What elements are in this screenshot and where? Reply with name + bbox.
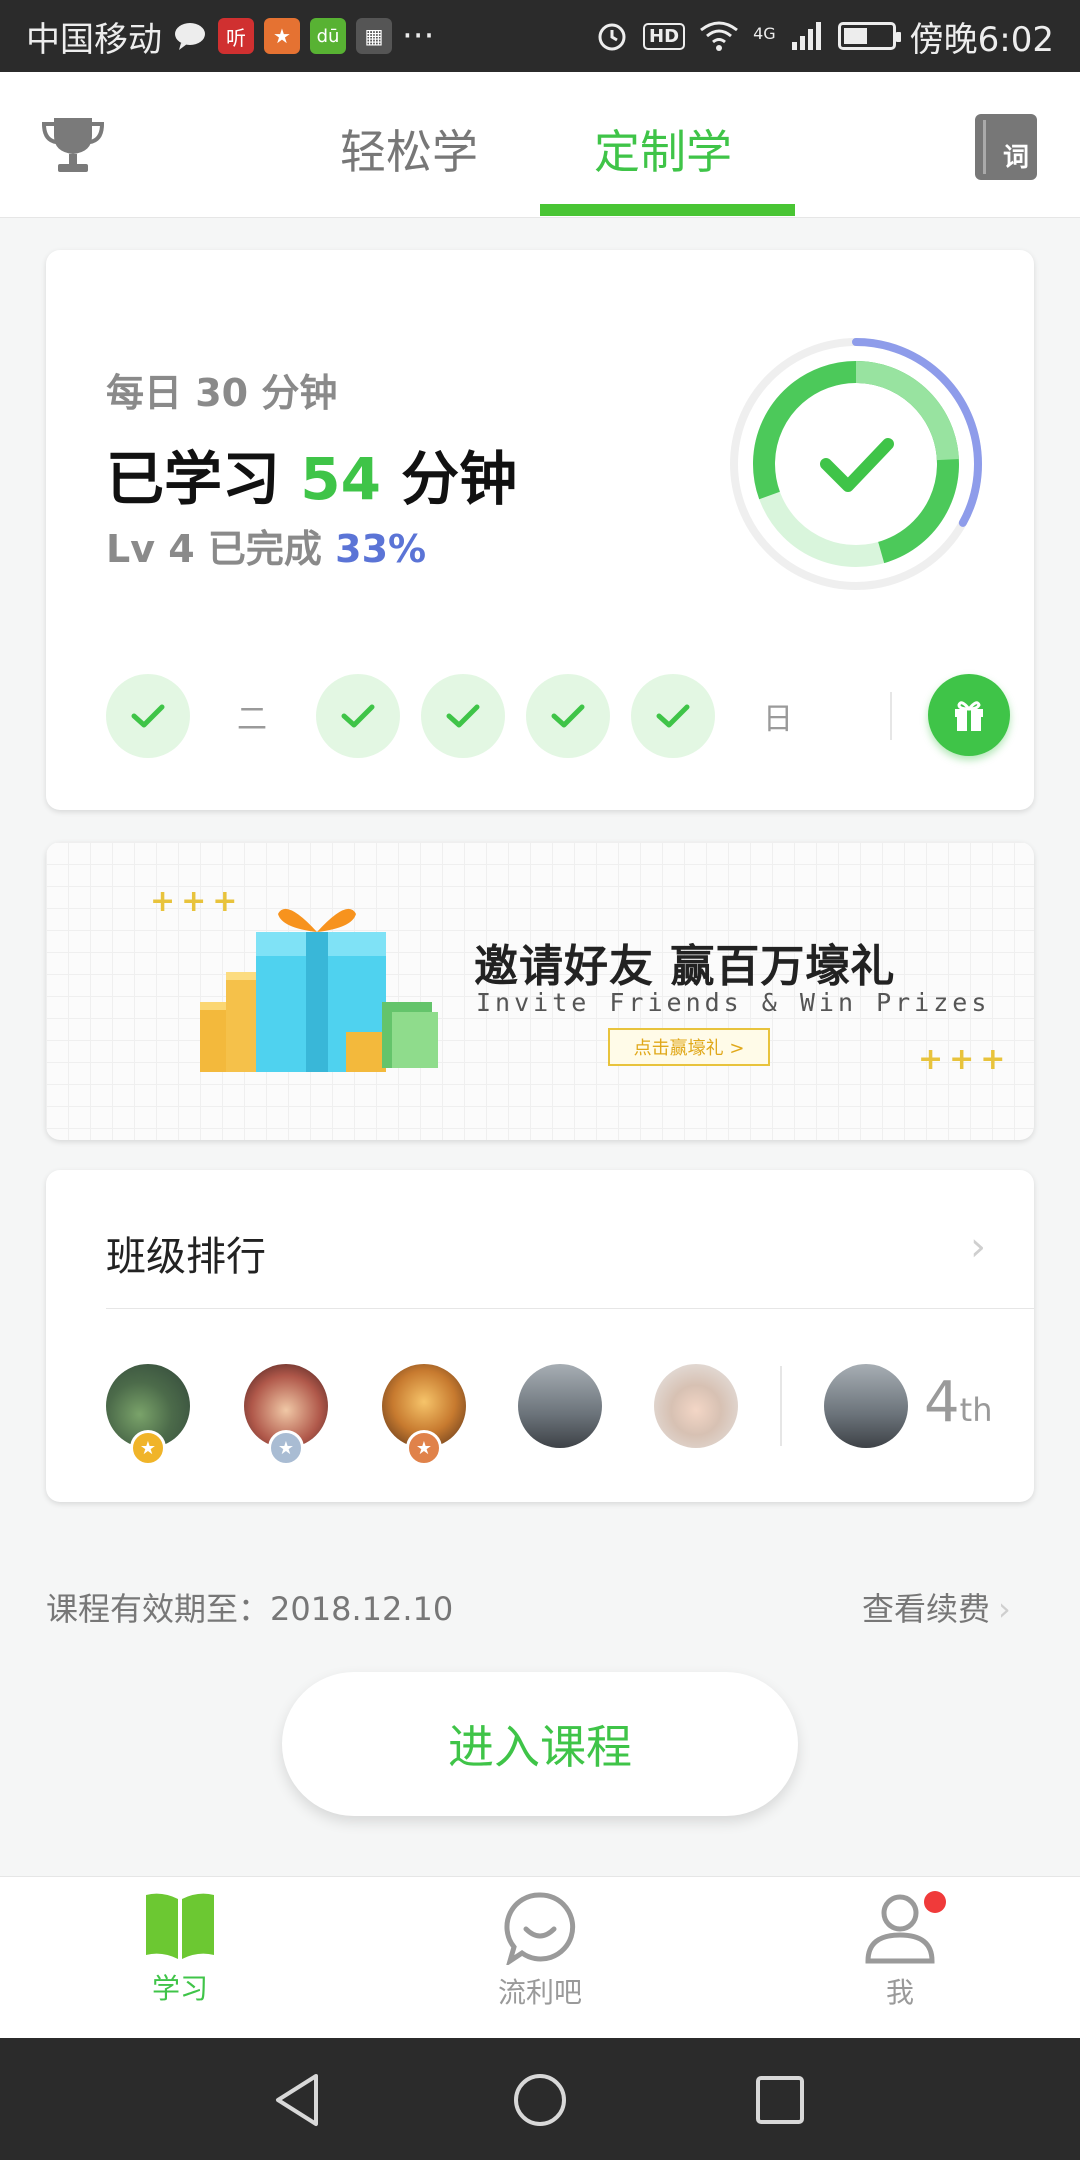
enter-course-button[interactable]: 进入课程: [282, 1672, 798, 1816]
top-header: 轻松学 定制学 词: [0, 72, 1080, 218]
hd-badge: HD: [643, 22, 686, 50]
check-icon: [131, 704, 165, 728]
level-percent: 33%: [335, 527, 427, 571]
status-bar-right: HD 4G 傍晚6:02: [595, 12, 1054, 61]
banner-title: 邀请好友 赢百万壕礼: [474, 941, 896, 992]
ranking-separator: [780, 1366, 782, 1446]
day-4-checked: [421, 674, 505, 758]
sport-icon: ★: [264, 18, 300, 54]
daily-progress-card[interactable]: 每日 30 分钟 已学习 54 分钟 Lv 4 已完成 33% 二 日: [46, 250, 1034, 810]
nav-item-me[interactable]: 我: [810, 1891, 990, 2031]
more-notifications: ···: [402, 16, 435, 56]
learned-suffix: 分钟: [401, 445, 518, 513]
system-navigation-bar: [0, 2038, 1080, 2160]
banner-subtitle: Invite Friends & Win Prizes: [476, 988, 991, 1017]
message-icon: [172, 18, 208, 54]
renew-label[interactable]: 查看续费: [862, 1590, 990, 1628]
banner-cta-button[interactable]: 点击赢壕礼 >: [608, 1028, 770, 1066]
du-icon: dū: [310, 18, 346, 54]
course-expiry: 课程有效期至：2018.12.10: [46, 1590, 454, 1628]
progress-ring: [730, 338, 982, 590]
status-bar: 中国移动 听 ★ dū ▦ ··· HD 4G 傍晚6:02: [0, 0, 1080, 72]
chevron-right-icon: ›: [998, 1590, 1011, 1628]
gift-reward-button[interactable]: [928, 674, 1010, 756]
back-icon[interactable]: [266, 2068, 330, 2132]
avatar-rank-4[interactable]: [518, 1364, 602, 1448]
gold-medal-icon: ★: [130, 1430, 166, 1466]
check-icon: [551, 704, 585, 728]
carrier-label: 中国移动: [26, 19, 162, 60]
ranking-title: 班级排行: [106, 1234, 266, 1280]
nav-item-liulibar[interactable]: 流利吧: [450, 1891, 630, 2031]
learned-minutes: 54: [300, 445, 381, 513]
ranking-divider: [106, 1308, 1034, 1309]
my-avatar[interactable]: [824, 1364, 908, 1448]
check-icon: [341, 704, 375, 728]
nav-label-liulibar: 流利吧: [497, 1976, 582, 2009]
check-icon: [446, 704, 480, 728]
my-rank-number: 4: [924, 1370, 960, 1435]
learned-prefix: 已学习: [106, 445, 281, 513]
status-bar-left: 中国移动 听 ★ dū ▦ ···: [26, 12, 434, 61]
nav-label-learn: 学习: [151, 1972, 208, 2005]
chat-smile-icon: [504, 1892, 576, 1965]
gift-box-coins-illustration: [200, 908, 438, 1072]
dictionary-button[interactable]: 词: [975, 114, 1037, 180]
level-prefix: Lv 4 已完成: [106, 527, 322, 571]
notification-badge: [924, 1891, 946, 1913]
day-7-label: 日: [763, 702, 793, 737]
sparkle-decoration: +++: [918, 1042, 1012, 1077]
tab-easy-learn[interactable]: 轻松学: [340, 116, 478, 182]
clock-label: 傍晚6:02: [909, 19, 1054, 60]
wifi-icon: [700, 21, 738, 51]
chevron-right-icon[interactable]: ›: [970, 1224, 986, 1270]
bronze-medal-icon: ★: [406, 1430, 442, 1466]
checkin-divider: [890, 692, 892, 740]
my-rank: 4th: [924, 1370, 992, 1435]
day-2-label: 二: [237, 702, 267, 737]
recents-icon[interactable]: [748, 2068, 812, 2132]
day-5-checked: [526, 674, 610, 758]
avatar-rank-5[interactable]: [654, 1364, 738, 1448]
book-icon: [146, 1893, 214, 1959]
daily-goal: 每日 30 分钟: [106, 371, 338, 415]
home-icon[interactable]: [508, 2068, 572, 2132]
signal-icon: [791, 22, 821, 50]
network-type: 4G: [753, 23, 776, 43]
day-1-checked: [106, 674, 190, 758]
check-icon: [656, 704, 690, 728]
renew-link[interactable]: 查看续费 ›: [862, 1584, 1011, 1630]
tab-custom-learn[interactable]: 定制学: [594, 116, 732, 182]
day-3-checked: [316, 674, 400, 758]
battery-icon: [837, 22, 901, 50]
gift-icon: [955, 701, 983, 731]
week-checkin-row: 二 日: [106, 674, 1010, 760]
day-6-checked: [631, 674, 715, 758]
class-ranking-card[interactable]: 班级排行 › ★ ★ ★ 4th: [46, 1170, 1034, 1502]
nav-item-learn[interactable]: 学习: [90, 1891, 270, 2031]
invite-friends-banner[interactable]: +++ +++ 邀请好友 赢百万壕礼 Invite Friends & Win …: [46, 842, 1034, 1140]
bottom-navigation: 学习 流利吧 我: [0, 1876, 1080, 2038]
ting-icon: 听: [218, 18, 254, 54]
gallery-icon: ▦: [356, 18, 392, 54]
nav-label-me: 我: [885, 1976, 914, 2009]
alarm-icon: [598, 23, 626, 51]
my-rank-suffix: th: [959, 1391, 993, 1429]
level-progress: Lv 4 已完成 33%: [106, 518, 426, 573]
learned-summary: 已学习 54 分钟: [106, 432, 517, 516]
trophy-icon[interactable]: [40, 112, 106, 178]
silver-medal-icon: ★: [268, 1430, 304, 1466]
active-tab-indicator: [540, 204, 795, 216]
